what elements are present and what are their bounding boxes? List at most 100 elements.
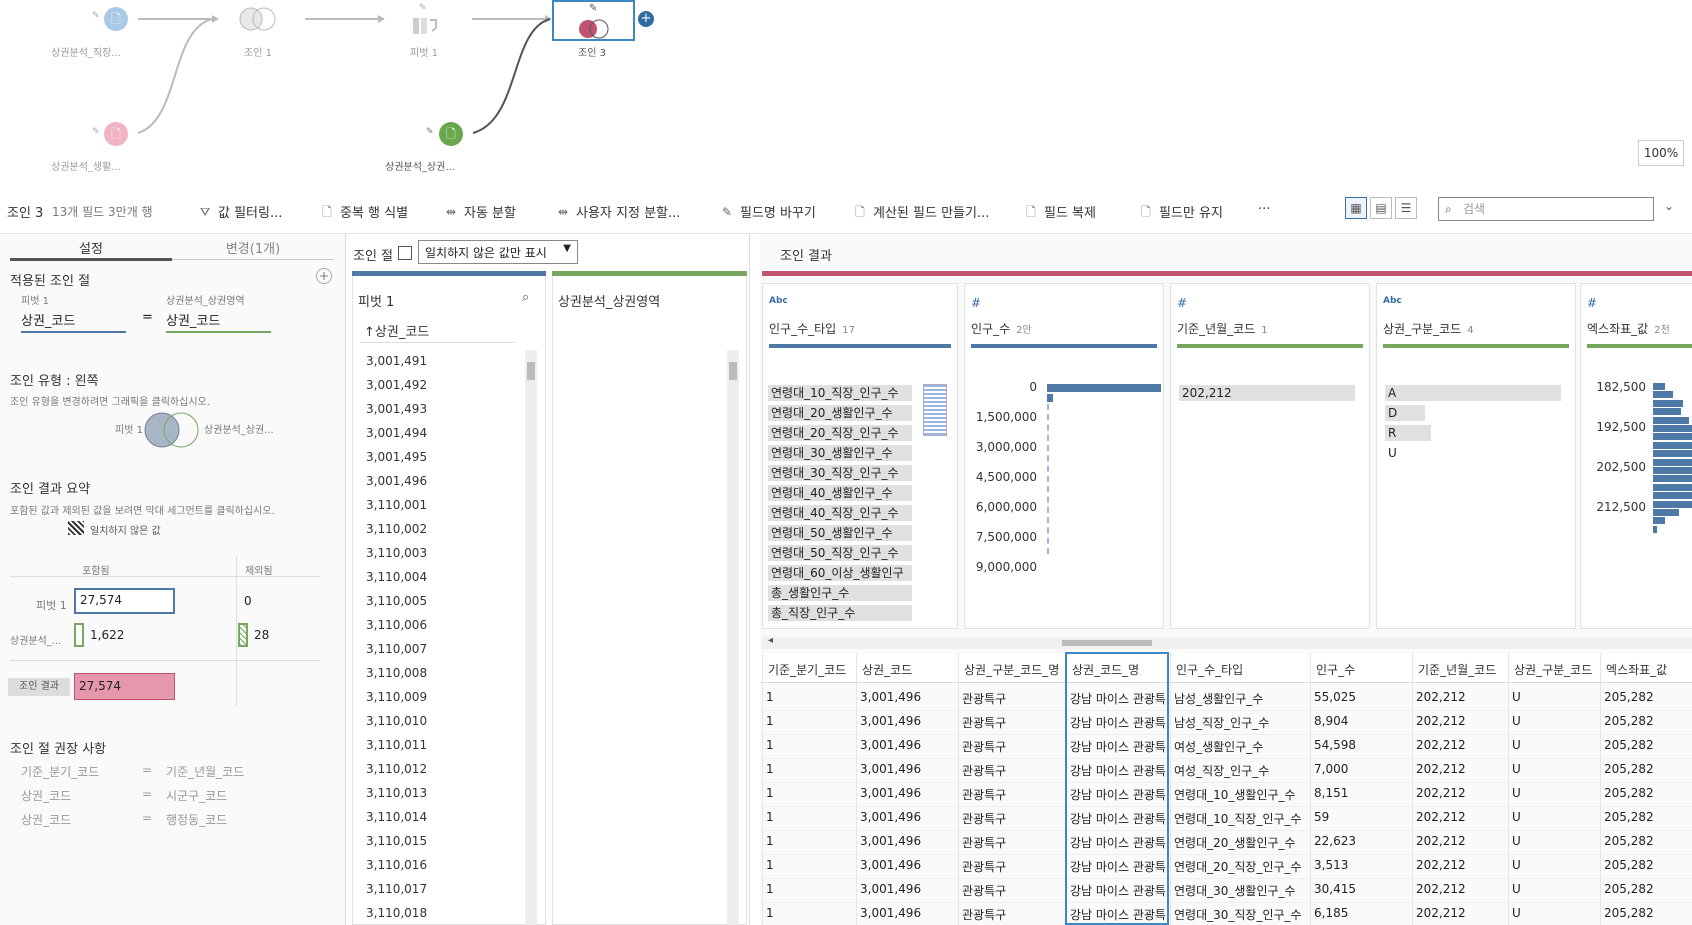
list-view-icon[interactable]: ☰ — [1395, 197, 1417, 219]
edit-icon[interactable]: ✎ — [419, 3, 427, 13]
category-bar[interactable]: A — [1385, 385, 1561, 401]
table-cell[interactable]: 205,282 — [1604, 690, 1692, 704]
field-value-item[interactable]: 3,001,496 — [366, 474, 427, 488]
field-value-item[interactable]: 3,110,010 — [366, 714, 427, 728]
category-bar[interactable]: 연령대_50_생활인구_수 — [768, 525, 912, 541]
table-cell[interactable]: 202,212 — [1416, 762, 1504, 776]
category-bar[interactable]: 202,212 — [1179, 385, 1355, 401]
table-cell[interactable]: 3,001,496 — [860, 714, 954, 728]
table-cell[interactable]: 1 — [766, 714, 852, 728]
table-cell[interactable]: 1 — [766, 882, 852, 896]
table-cell[interactable]: 205,282 — [1604, 810, 1692, 824]
field-value-item[interactable]: 3,001,491 — [366, 354, 427, 368]
recommendation-left-field[interactable]: 기준_분기_코드 — [21, 763, 99, 780]
scrollbar[interactable] — [727, 350, 739, 925]
table-cell[interactable]: 연령대_20_생활인구_수 — [1174, 834, 1306, 851]
field-value-item[interactable]: 3,001,493 — [366, 402, 427, 416]
table-cell[interactable]: 관광특구 — [962, 882, 1062, 899]
column-header[interactable]: 상권_코드_명 — [1072, 661, 1168, 678]
table-cell[interactable]: 3,001,496 — [860, 762, 954, 776]
table-cell[interactable]: 202,212 — [1416, 882, 1504, 896]
table-cell[interactable]: 3,001,496 — [860, 738, 954, 752]
field-value-item[interactable]: 3,110,017 — [366, 882, 427, 896]
histogram-bar[interactable] — [1047, 384, 1161, 392]
field-value-item[interactable]: 3,110,007 — [366, 642, 427, 656]
unmatched-filter-dropdown[interactable]: 일치하지 않은 값만 표시 ▼ — [418, 240, 578, 264]
table-cell[interactable]: U — [1512, 690, 1596, 704]
field-value-item[interactable]: 3,110,008 — [366, 666, 427, 680]
scrollbar-thumb[interactable] — [527, 362, 535, 380]
table-cell[interactable]: 연령대_30_생활인구_수 — [1174, 882, 1306, 899]
table-cell[interactable]: 1 — [766, 738, 852, 752]
histogram-bar[interactable] — [1653, 509, 1679, 516]
table-cell[interactable]: 202,212 — [1416, 810, 1504, 824]
field-value-item[interactable]: 3,001,494 — [366, 426, 427, 440]
table-cell[interactable]: 관광특구 — [962, 690, 1062, 707]
table-cell[interactable]: 강남 마이스 관광특 — [1070, 738, 1166, 755]
table-cell[interactable]: 강남 마이스 관광특 — [1070, 810, 1166, 827]
table-cell[interactable]: 연령대_10_생활인구_수 — [1174, 786, 1306, 803]
chevron-down-icon[interactable]: ⌄ — [1664, 199, 1674, 213]
table-cell[interactable]: 205,282 — [1604, 858, 1692, 872]
field-value-item[interactable]: 3,001,495 — [366, 450, 427, 464]
table-cell[interactable]: 강남 마이스 관광특 — [1070, 762, 1166, 779]
table-cell[interactable]: 3,001,496 — [860, 882, 954, 896]
field-value-item[interactable]: 3,110,002 — [366, 522, 427, 536]
table-cell[interactable]: 강남 마이스 관광특 — [1070, 882, 1166, 899]
unmatched-only-checkbox[interactable] — [398, 246, 412, 260]
category-bar[interactable]: 연령대_50_직장_인구_수 — [768, 545, 912, 561]
edit-icon[interactable]: ✎ — [92, 127, 100, 137]
table-cell[interactable]: 3,001,496 — [860, 690, 954, 704]
histogram-bar[interactable] — [1653, 391, 1673, 399]
table-cell[interactable]: 202,212 — [1416, 906, 1504, 920]
table-cell[interactable]: 남성_직장_인구_수 — [1174, 714, 1306, 731]
excluded-bar-source[interactable] — [238, 623, 248, 647]
table-cell[interactable]: 여성_직장_인구_수 — [1174, 762, 1306, 779]
column-header[interactable]: 기준_년월_코드 — [1418, 661, 1506, 678]
right-join-field[interactable]: 상권_코드 — [166, 310, 220, 329]
column-header[interactable]: 기준_분기_코드 — [768, 661, 854, 678]
add-clause-icon[interactable]: + — [316, 268, 332, 284]
profile-card[interactable]: Abc 상권_구분_코드 4 A D R U — [1376, 283, 1576, 629]
table-cell[interactable]: 1 — [766, 690, 852, 704]
histogram-bar[interactable] — [1653, 450, 1692, 458]
field-value-item[interactable]: 3,110,013 — [366, 786, 427, 800]
table-cell[interactable]: 3,001,496 — [860, 810, 954, 824]
category-bar[interactable]: 연령대_40_생활인구_수 — [768, 485, 912, 501]
more-options-button[interactable]: ··· — [1258, 202, 1270, 217]
table-cell[interactable]: U — [1512, 882, 1596, 896]
edit-icon[interactable]: ✎ — [92, 11, 100, 21]
recommendation-left-field[interactable]: 상권_코드 — [21, 811, 71, 828]
profile-view-icon[interactable]: ▦ — [1345, 197, 1367, 219]
table-cell[interactable]: 202,212 — [1416, 714, 1504, 728]
scroll-left-icon[interactable]: ◂ — [768, 635, 773, 646]
field-value-item[interactable]: 3,110,016 — [366, 858, 427, 872]
table-cell[interactable]: U — [1512, 906, 1596, 920]
category-bar[interactable]: 연령대_30_생활인구_수 — [768, 445, 912, 461]
category-bar[interactable]: 연령대_10_직장_인구_수 — [768, 385, 912, 401]
table-cell[interactable]: 7,000 — [1314, 762, 1408, 776]
histogram-bar[interactable] — [1653, 416, 1689, 424]
table-cell[interactable]: 관광특구 — [962, 786, 1062, 803]
table-cell[interactable]: 강남 마이스 관광특 — [1070, 690, 1166, 707]
table-cell[interactable]: 30,415 — [1314, 882, 1408, 896]
category-bar[interactable]: 연령대_40_직장_인구_수 — [768, 505, 912, 521]
table-cell[interactable]: 강남 마이스 관광특 — [1070, 906, 1166, 923]
table-view-icon[interactable]: ▤ — [1370, 197, 1392, 219]
tab-settings[interactable]: 설정 — [10, 238, 172, 257]
source-node-3[interactable]: 🗋 — [439, 122, 463, 146]
column-header[interactable]: 인구_수_타입 — [1176, 661, 1308, 678]
table-cell[interactable]: 3,001,496 — [860, 786, 954, 800]
table-cell[interactable]: 59 — [1314, 810, 1408, 824]
horizontal-scrollbar[interactable]: ◂ — [762, 635, 1692, 649]
field-value-item[interactable]: 3,110,015 — [366, 834, 427, 848]
table-cell[interactable]: 강남 마이스 관광특 — [1070, 714, 1166, 731]
table-cell[interactable]: 3,001,496 — [860, 858, 954, 872]
table-cell[interactable]: 강남 마이스 관광특 — [1070, 858, 1166, 875]
duplicate-field-button[interactable]: 🗋 필드 복제 — [1024, 202, 1096, 222]
scrollbar-thumb[interactable] — [729, 362, 737, 380]
table-cell[interactable]: 205,282 — [1604, 714, 1692, 728]
table-cell[interactable]: U — [1512, 858, 1596, 872]
table-cell[interactable]: 3,001,496 — [860, 906, 954, 920]
histogram-bar[interactable] — [1653, 425, 1692, 432]
